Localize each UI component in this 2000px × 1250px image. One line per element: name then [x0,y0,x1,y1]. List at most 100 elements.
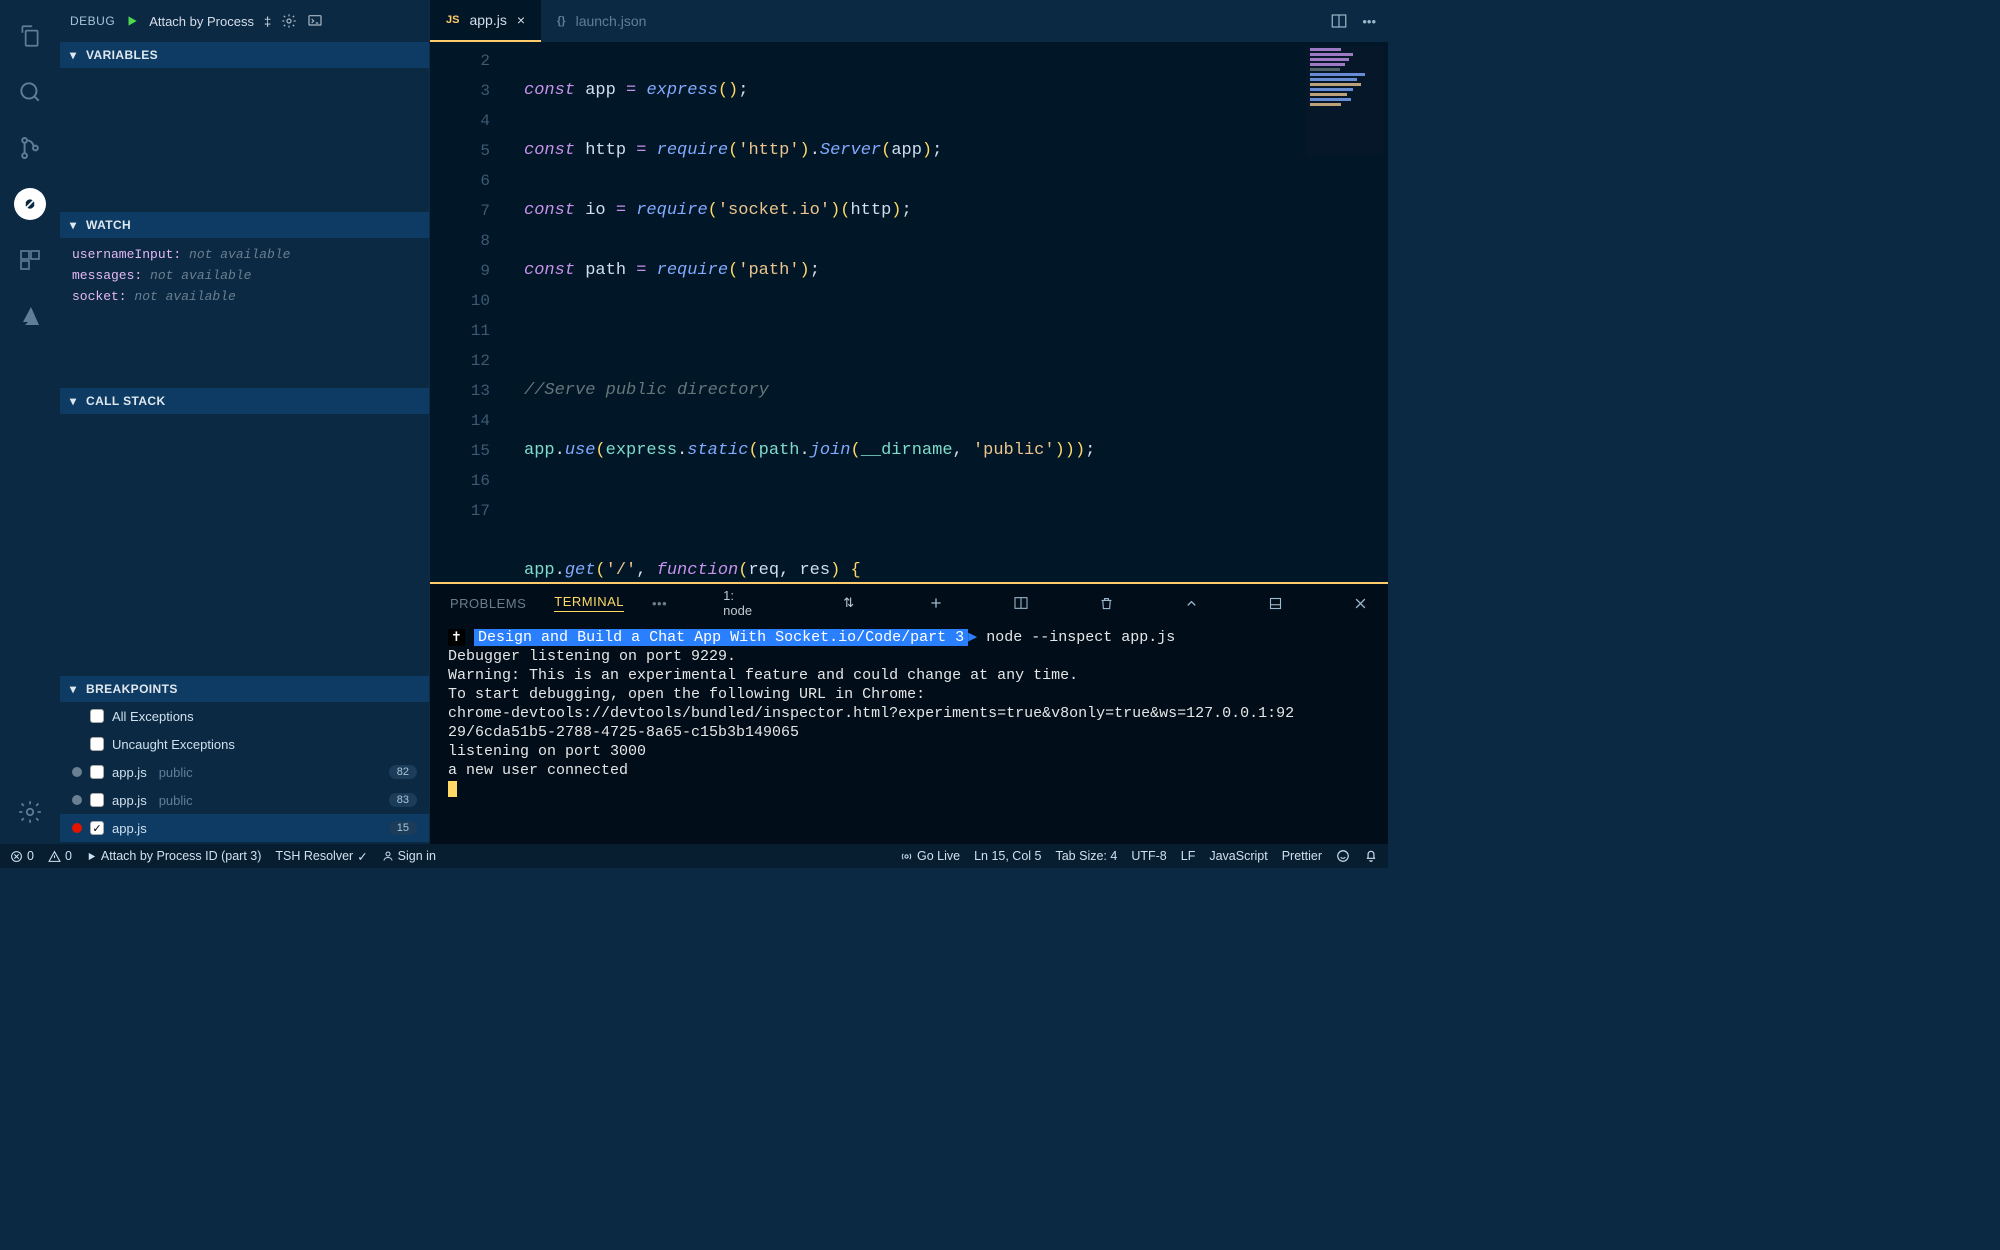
watch-item[interactable]: usernameInput: not available [72,244,417,265]
debug-console-icon[interactable] [307,13,323,29]
debug-icon[interactable] [14,188,46,220]
chevron-down-icon: ▾ [70,394,80,408]
status-errors[interactable]: 0 [10,849,34,863]
checkbox-icon[interactable] [90,793,104,807]
split-terminal-icon[interactable] [1013,595,1029,611]
status-ln-col[interactable]: Ln 15, Col 5 [974,849,1041,863]
breakpoint-item[interactable]: app.js public 83 [60,786,429,814]
terminal-line: a new user connected [448,761,1370,780]
breakpoints-section-header[interactable]: ▾ BREAKPOINTS [60,676,429,702]
terminal-line: 29/6cda51b5-2788-4725-8a65-c15b3b149065 [448,723,1370,742]
status-tab-size[interactable]: Tab Size: 4 [1055,849,1117,863]
chevron-up-icon[interactable] [1184,596,1199,611]
checkbox-icon[interactable]: ✓ [90,821,104,835]
code-content[interactable]: const app = express(); const http = requ… [508,42,1388,582]
status-eol[interactable]: LF [1181,849,1196,863]
new-terminal-icon[interactable] [928,595,944,611]
watch-label: WATCH [86,218,131,232]
tab-bar: JS app.js × {} launch.json ••• [430,0,1388,42]
callstack-label: CALL STACK [86,394,166,408]
panel-tab-problems[interactable]: PROBLEMS [450,596,526,611]
terminal-line: To start debugging, open the following U… [448,685,1370,704]
explorer-icon[interactable] [6,12,54,60]
status-warnings[interactable]: 0 [48,849,72,863]
debug-config-select[interactable]: Attach by Process [149,14,254,29]
tab-label: launch.json [576,13,647,29]
breakpoint-item[interactable]: ✓ app.js 15 [60,814,429,842]
status-encoding[interactable]: UTF-8 [1131,849,1166,863]
status-prettier[interactable]: Prettier [1282,849,1322,863]
panel-tab-more[interactable]: ••• [652,596,667,611]
breakpoint-item[interactable]: app.js public 82 [60,758,429,786]
minimap[interactable] [1306,46,1384,156]
status-tsh-resolver[interactable]: TSH Resolver ✓ [275,849,367,864]
trash-icon[interactable] [1099,596,1114,611]
terminal-cursor [448,781,457,797]
terminal-output[interactable]: ✝ Design and Build a Chat App With Socke… [430,622,1388,844]
status-sign-in[interactable]: Sign in [382,849,436,863]
variables-label: VARIABLES [86,48,158,62]
variables-body [60,68,429,212]
settings-icon[interactable] [6,788,54,836]
variables-section-header[interactable]: ▾ VARIABLES [60,42,429,68]
status-debug-config[interactable]: Attach by Process ID (part 3) [86,849,261,863]
debug-sidebar: DEBUG Attach by Process ‡ ▾ VARIABLES [60,0,430,844]
search-icon[interactable] [6,68,54,116]
start-debug-icon[interactable] [125,14,139,28]
chevron-down-icon: ▾ [70,48,80,62]
breakpoint-dot-icon [72,767,82,777]
editor-area: JS app.js × {} launch.json ••• 2345 6789 [430,0,1388,844]
checkbox-icon[interactable] [90,765,104,779]
status-go-live[interactable]: Go Live [900,849,960,863]
tab-launch-json[interactable]: {} launch.json [541,0,662,42]
activity-bar [0,0,60,844]
callstack-body [60,414,429,676]
breakpoint-uncaught-exceptions[interactable]: Uncaught Exceptions [60,730,429,758]
more-icon[interactable]: ••• [1362,14,1376,29]
breakpoint-dot-icon [72,795,82,805]
terminal-line: listening on port 3000 [448,742,1370,761]
json-file-icon: {} [557,15,566,27]
terminal-selector[interactable]: 1: node ⇅ [723,588,854,618]
code-editor[interactable]: 2345 6789 10111213 1415 1617 const app =… [430,42,1388,582]
split-editor-icon[interactable] [1330,12,1348,30]
breakpoint-all-exceptions[interactable]: All Exceptions [60,702,429,730]
debug-label: DEBUG [70,14,115,28]
callstack-section-header[interactable]: ▾ CALL STACK [60,388,429,414]
status-language[interactable]: JavaScript [1209,849,1267,863]
watch-item[interactable]: messages: not available [72,265,417,286]
tab-label: app.js [469,12,506,28]
terminal-line: Debugger listening on port 9229. [448,647,1370,666]
maximize-panel-icon[interactable] [1268,596,1283,611]
watch-item[interactable]: socket: not available [72,286,417,307]
checkbox-icon[interactable] [90,737,104,751]
line-gutter: 2345 6789 10111213 1415 1617 [430,42,508,582]
chevron-updown-icon: ⇅ [843,595,854,611]
terminal-line: Warning: This is an experimental feature… [448,666,1370,685]
terminal-prompt-path: Design and Build a Chat App With Socket.… [474,629,968,646]
source-control-icon[interactable] [6,124,54,172]
breakpoints-body: All Exceptions Uncaught Exceptions app.j… [60,702,429,844]
watch-section-header[interactable]: ▾ WATCH [60,212,429,238]
close-panel-icon[interactable] [1353,596,1368,611]
feedback-icon[interactable] [1336,849,1350,863]
gear-icon[interactable] [281,13,297,29]
azure-icon[interactable] [6,292,54,340]
terminal-command: node --inspect app.js [986,629,1175,646]
breakpoint-dot-icon [72,823,82,833]
debug-config-indicator[interactable]: ‡ [264,14,271,29]
bell-icon[interactable] [1364,849,1378,863]
close-icon[interactable]: × [517,12,525,28]
panel-tab-terminal[interactable]: TERMINAL [554,594,624,612]
debug-header: DEBUG Attach by Process ‡ [60,0,429,42]
status-bar: 0 0 Attach by Process ID (part 3) TSH Re… [0,844,1388,868]
breakpoints-label: BREAKPOINTS [86,682,178,696]
extensions-icon[interactable] [6,236,54,284]
chevron-down-icon: ▾ [70,682,80,696]
chevron-down-icon: ▾ [70,218,80,232]
bottom-panel: PROBLEMS TERMINAL ••• 1: node ⇅ [430,582,1388,844]
watch-body: usernameInput: not available messages: n… [60,238,429,313]
tab-app-js[interactable]: JS app.js × [430,0,541,42]
checkbox-icon[interactable] [90,709,104,723]
panel-tabs: PROBLEMS TERMINAL ••• 1: node ⇅ [430,584,1388,622]
